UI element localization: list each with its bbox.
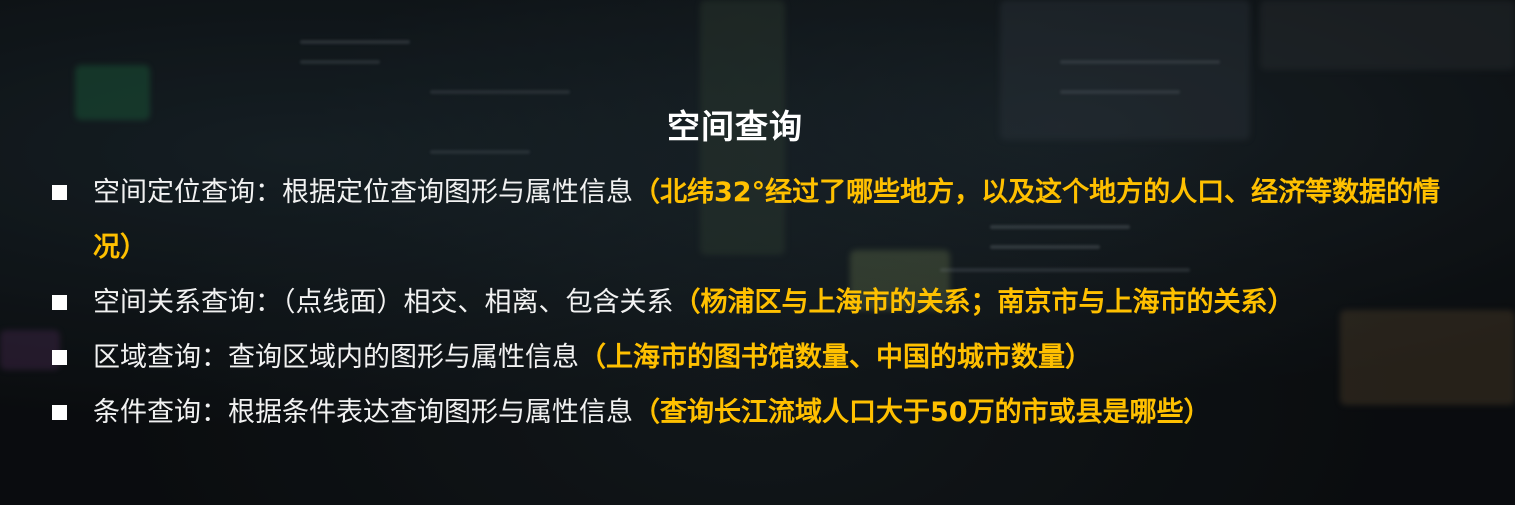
bullet-example: （查询长江流域人口大于50万的市或县是哪些） bbox=[633, 397, 1211, 428]
slide-content: 空间查询 空间定位查询：根据定位查询图形与属性信息（北纬32°经过了哪些地方，以… bbox=[0, 0, 1515, 505]
square-bullet-icon bbox=[52, 185, 67, 200]
bullet-item-condition-query: 条件查询：根据条件表达查询图形与属性信息（查询长江流域人口大于50万的市或县是哪… bbox=[52, 385, 1472, 440]
bullet-example: （上海市的图书馆数量、中国的城市数量） bbox=[579, 342, 1092, 373]
bullet-item-spatial-locate-query: 空间定位查询：根据定位查询图形与属性信息（北纬32°经过了哪些地方，以及这个地方… bbox=[52, 165, 1472, 275]
bullet-label: 条件查询：根据条件表达查询图形与属性信息 bbox=[93, 397, 633, 428]
bullet-text: 条件查询：根据条件表达查询图形与属性信息（查询长江流域人口大于50万的市或县是哪… bbox=[93, 385, 1472, 440]
bullet-label: 空间关系查询：（点线面）相交、相离、包含关系 bbox=[93, 287, 674, 318]
bullet-text: 空间关系查询：（点线面）相交、相离、包含关系（杨浦区与上海市的关系；南京市与上海… bbox=[93, 275, 1472, 330]
bullet-label: 区域查询：查询区域内的图形与属性信息 bbox=[93, 342, 579, 373]
bullet-text: 区域查询：查询区域内的图形与属性信息（上海市的图书馆数量、中国的城市数量） bbox=[93, 330, 1472, 385]
bullet-label: 空间定位查询：根据定位查询图形与属性信息 bbox=[93, 177, 633, 208]
bullet-example: （杨浦区与上海市的关系；南京市与上海市的关系） bbox=[673, 287, 1295, 318]
square-bullet-icon bbox=[52, 350, 67, 365]
bullet-text: 空间定位查询：根据定位查询图形与属性信息（北纬32°经过了哪些地方，以及这个地方… bbox=[93, 165, 1472, 275]
square-bullet-icon bbox=[52, 405, 67, 420]
square-bullet-icon bbox=[52, 295, 67, 310]
bullet-item-region-query: 区域查询：查询区域内的图形与属性信息（上海市的图书馆数量、中国的城市数量） bbox=[52, 330, 1472, 385]
slide-title: 空间查询 bbox=[667, 107, 803, 146]
bullet-item-spatial-relation-query: 空间关系查询：（点线面）相交、相离、包含关系（杨浦区与上海市的关系；南京市与上海… bbox=[52, 275, 1472, 330]
